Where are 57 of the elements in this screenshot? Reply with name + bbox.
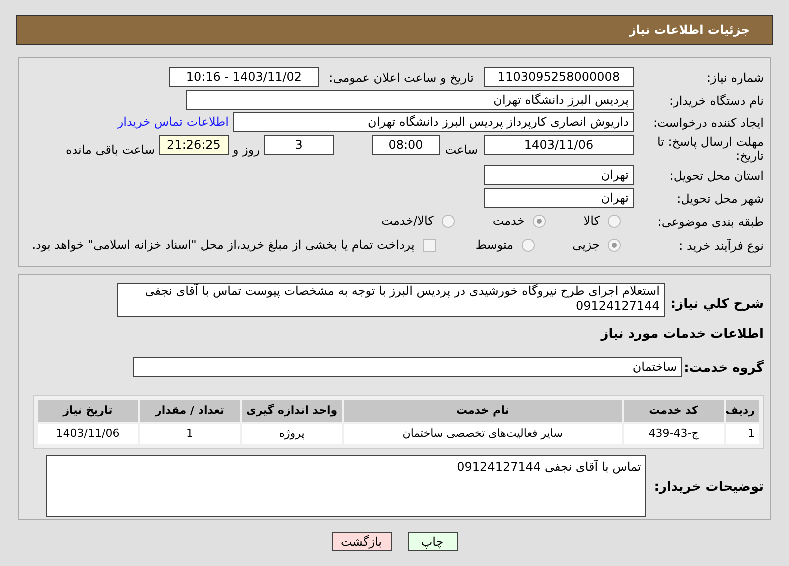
text-field[interactable]: تهران	[484, 188, 634, 208]
text-field[interactable]: 1103095258000008	[484, 67, 634, 87]
text-field[interactable]: 1403/11/02 - 10:16	[169, 67, 320, 87]
field-label: مهلت ارسال پاسخ: تا تاریخ:	[657, 135, 764, 163]
field-label: شهر محل تحویل:	[677, 192, 764, 206]
radio-button[interactable]	[608, 238, 621, 252]
field-label: تاریخ و ساعت اعلان عمومی:	[329, 71, 474, 85]
radio-label: خدمت	[492, 213, 525, 230]
text-field[interactable]: 08:00	[372, 135, 440, 155]
table-cell: 1	[726, 424, 759, 444]
radio-label: متوسط	[476, 237, 514, 254]
section-heading: اطلاعات خدمات مورد نیاز	[601, 327, 764, 342]
radio-button[interactable]	[442, 214, 455, 228]
text-field[interactable]: تهران	[484, 164, 634, 184]
table-cell: ج-43-439	[624, 424, 724, 444]
field-label: گروه خدمت:	[684, 361, 764, 376]
field-label: ایجاد کننده درخواست:	[653, 116, 764, 130]
column-header: تعداد / مقدار	[140, 400, 240, 422]
print-button[interactable]: چاپ	[408, 532, 458, 551]
field-label: توضیحات خریدار:	[654, 480, 764, 495]
field-label: ساعت باقی مانده	[66, 143, 155, 157]
field-label: نوع فرآیند خرید :	[679, 239, 764, 253]
field-label: شرح کلي نياز:	[670, 297, 764, 312]
field-label: نام دستگاه خریدار:	[670, 94, 764, 108]
field-label: پرداخت تمام یا بخشی از مبلغ خرید،از محل "اسناد خزانه اسلامی" خواهد بود.	[32, 237, 415, 254]
radio-label: جزیی	[572, 237, 600, 254]
radio-label: کالا/خدمت	[382, 213, 434, 230]
table-cell: 1403/11/06	[38, 424, 138, 444]
column-header: ردیف	[726, 400, 759, 422]
column-header: نام خدمت	[344, 400, 622, 422]
text-field[interactable]: 3	[264, 135, 334, 155]
column-header: تاریخ نیاز	[38, 400, 138, 422]
contact-link[interactable]: اطلاعات تماس خریدار	[118, 113, 229, 131]
table-cell: 1	[140, 424, 240, 444]
field-label: شماره نیاز:	[707, 71, 764, 85]
column-header: واحد اندازه گیری	[242, 400, 342, 422]
text-field[interactable]: پردیس البرز دانشگاه تهران	[186, 90, 634, 110]
table-cell: پروژه	[242, 424, 342, 444]
page-title: جزئیات اطلاعات نیاز	[629, 22, 750, 39]
text-field[interactable]: داریوش انصاری کارپرداز پردیس البرز دانشگاه تهران	[233, 112, 634, 132]
text-field[interactable]: ساختمان	[133, 357, 682, 377]
back-button[interactable]: بازگشت	[332, 532, 392, 551]
field-label: استان محل تحویل:	[670, 168, 764, 182]
description-area[interactable]: استعلام اجرای طرح نیروگاه خورشیدی در پردیس البرز با توجه به مشخصات پیوست تماس با آقای نجفی 09124127144	[116, 283, 665, 317]
column-header: کد خدمت	[624, 400, 724, 422]
radio-button[interactable]	[522, 238, 535, 252]
countdown-field[interactable]: 21:26:25	[159, 135, 229, 155]
field-label: ساعت	[445, 143, 478, 157]
notes-area[interactable]: تماس با آقای نجفی 09124127144	[46, 455, 646, 517]
text-field[interactable]: 1403/11/06	[484, 135, 634, 155]
field-label: طبقه بندی موضوعی:	[658, 215, 764, 229]
checkbox[interactable]	[422, 238, 436, 252]
radio-button[interactable]	[532, 214, 546, 228]
radio-label: کالا	[584, 213, 600, 230]
field-label: روز و	[233, 143, 260, 157]
table-cell: سایر فعالیت‌های تخصصی ساختمان	[344, 424, 622, 444]
radio-button[interactable]	[608, 214, 621, 228]
